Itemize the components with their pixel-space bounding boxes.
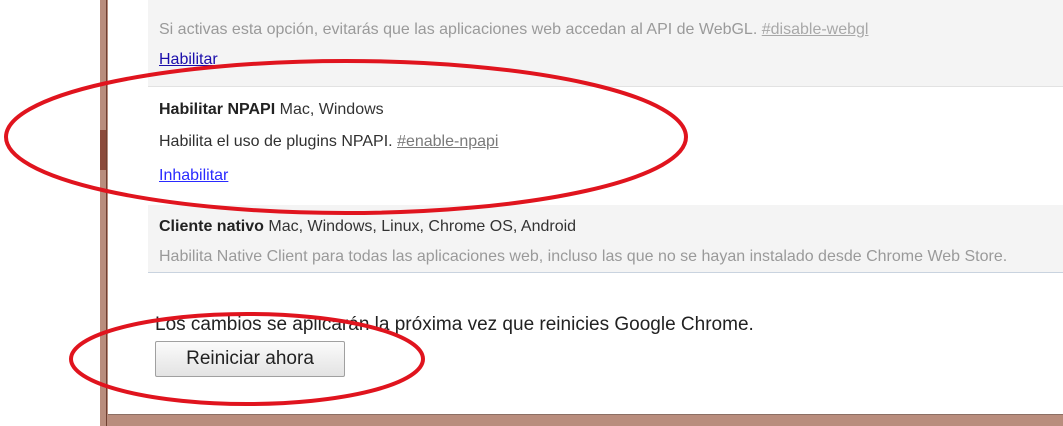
flag-enable-npapi: Habilitar NPAPI Mac, Windows Habilita el… [148, 87, 1063, 204]
frame-inner-border [106, 0, 107, 426]
enable-webgl-link[interactable]: Habilitar [159, 51, 218, 68]
flag-title: Cliente nativo [159, 218, 264, 235]
flag-header: Cliente nativo Mac, Windows, Linux, Chro… [159, 217, 576, 237]
flag-platforms: Mac, Windows, Linux, Chrome OS, Android [268, 218, 577, 235]
left-gutter [0, 0, 100, 426]
flag-hash-link[interactable]: #enable-npapi [397, 133, 498, 150]
flag-native-client: Cliente nativo Mac, Windows, Linux, Chro… [148, 205, 1063, 273]
flag-header: Habilitar NPAPI Mac, Windows [159, 100, 384, 120]
flag-description: Si activas esta opción, evitarás que las… [159, 21, 869, 38]
restart-now-button[interactable]: Reiniciar ahora [155, 341, 345, 377]
flags-page: Si activas esta opción, evitarás que las… [108, 0, 1063, 415]
flag-description: Habilita Native Client para todas las ap… [159, 248, 1008, 265]
flag-platforms: Mac, Windows [279, 101, 384, 118]
disable-npapi-link[interactable]: Inhabilitar [159, 167, 228, 184]
flag-title: Habilitar NPAPI [159, 101, 276, 118]
flag-description: Habilita el uso de plugins NPAPI. #enabl… [159, 133, 499, 150]
flag-disable-webgl: Si activas esta opción, evitarás que las… [148, 0, 1063, 87]
restart-message: Los cambios se aplicarán la próxima vez … [155, 314, 754, 335]
flag-hash-link[interactable]: #disable-webgl [762, 21, 869, 38]
